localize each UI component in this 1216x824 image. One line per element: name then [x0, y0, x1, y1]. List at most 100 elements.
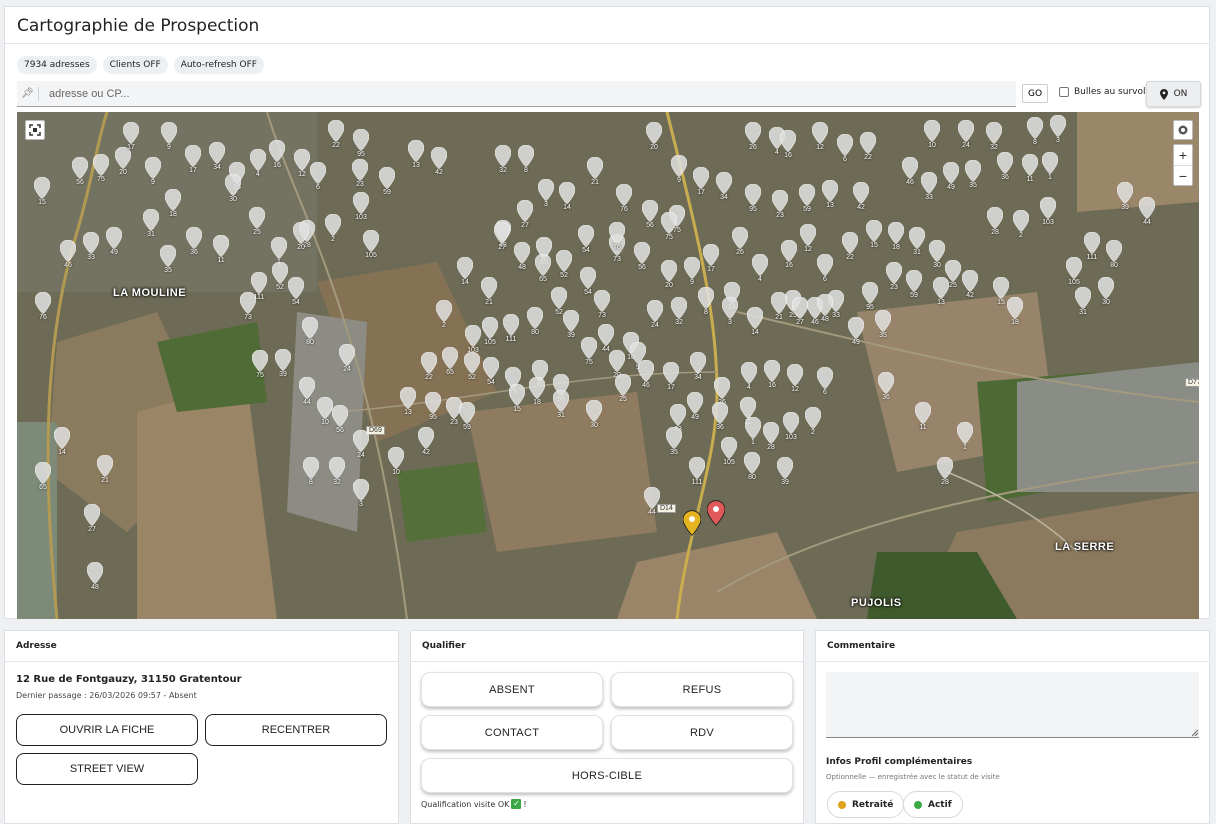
map-marker[interactable]: 26 — [713, 376, 731, 406]
map-marker[interactable]: 14 — [746, 306, 764, 336]
map-marker[interactable]: 54 — [579, 266, 597, 296]
map-marker[interactable]: 46 — [637, 359, 655, 389]
map-marker[interactable]: 14 — [456, 256, 474, 286]
chip-actif[interactable]: Actif — [903, 791, 963, 818]
map-marker[interactable]: 44 — [597, 323, 615, 353]
map-marker[interactable]: 22 — [859, 131, 877, 161]
open-record-button[interactable]: OUVRIR LA FICHE — [16, 714, 198, 746]
map-marker[interactable]: 56 — [641, 199, 659, 229]
go-button[interactable]: GO — [1022, 84, 1049, 103]
map-marker[interactable]: 10 — [316, 396, 334, 426]
clients-toggle-badge[interactable]: Clients OFF — [102, 56, 168, 74]
map-marker[interactable]: 25 — [614, 373, 632, 403]
map-marker[interactable]: 52 — [555, 249, 573, 279]
map-marker[interactable]: 21 — [586, 156, 604, 186]
map-marker[interactable]: 2 — [1012, 209, 1030, 239]
map-marker[interactable]: 14 — [53, 426, 71, 456]
map-marker[interactable]: 20 — [608, 349, 626, 379]
map-marker[interactable]: 75 — [92, 153, 110, 183]
map-marker[interactable]: 35 — [665, 426, 683, 456]
map-marker[interactable]: 11 — [212, 234, 230, 264]
map-marker[interactable]: 42 — [961, 269, 979, 299]
map-marker[interactable]: 49 — [686, 391, 704, 421]
map-marker[interactable]: 95 — [352, 128, 370, 158]
map-marker[interactable]: 31 — [552, 389, 570, 419]
map-marker[interactable]: 27 — [516, 199, 534, 229]
map-marker[interactable]: 26 — [731, 226, 749, 256]
map-marker[interactable]: 21 — [480, 276, 498, 306]
map-marker[interactable]: 22 — [841, 231, 859, 261]
map-marker[interactable]: 48 — [816, 293, 834, 323]
map-marker[interactable]: 12 — [293, 148, 311, 178]
map-marker[interactable]: 3 — [352, 478, 370, 508]
map-marker[interactable]: 27 — [493, 221, 511, 251]
map-marker[interactable]: 31 — [142, 208, 160, 238]
map-marker[interactable]: 22 — [420, 351, 438, 381]
map-marker[interactable]: 80 — [1105, 239, 1123, 269]
map-marker[interactable]: 20 — [645, 121, 663, 151]
map-marker[interactable]: 15 — [865, 219, 883, 249]
map-marker[interactable]: 28 — [936, 456, 954, 486]
map-marker[interactable]: 80 — [743, 451, 761, 481]
map-marker[interactable]: 39 — [1116, 181, 1134, 211]
map-marker[interactable]: 24 — [957, 119, 975, 149]
map-marker[interactable]: 18 — [887, 221, 905, 251]
map-marker[interactable]: 1 — [270, 236, 288, 266]
map-marker[interactable]: 3 — [721, 296, 739, 326]
map-marker[interactable]: 48 — [86, 561, 104, 591]
map-marker[interactable]: 111 — [688, 456, 706, 486]
map-marker[interactable]: 23 — [351, 158, 369, 188]
map-marker[interactable]: 21 — [96, 454, 114, 484]
map-marker[interactable]: 35 — [874, 309, 892, 339]
current-location-marker[interactable] — [682, 510, 702, 537]
map-marker[interactable]: 31 — [908, 226, 926, 256]
map-marker[interactable]: 17 — [692, 166, 710, 196]
map-marker[interactable]: 59 — [905, 269, 923, 299]
map-marker[interactable]: 42 — [852, 181, 870, 211]
hover-bubbles-toggle[interactable]: Bulles au survol — [1059, 87, 1145, 97]
map-marker[interactable]: 54 — [577, 224, 595, 254]
map-marker[interactable]: 39 — [562, 309, 580, 339]
map-marker[interactable]: 4 — [740, 361, 758, 391]
map-marker[interactable]: 73 — [593, 289, 611, 319]
map-marker[interactable]: 6 — [816, 253, 834, 283]
map-marker[interactable]: 17 — [184, 144, 202, 174]
map-marker[interactable]: 52 — [271, 261, 289, 291]
auto-refresh-badge[interactable]: Auto-refresh OFF — [173, 56, 264, 74]
absent-button[interactable]: ABSENT — [421, 672, 603, 707]
map-marker[interactable]: 32 — [670, 296, 688, 326]
map-marker[interactable]: 35 — [964, 159, 982, 189]
zoom-in-button[interactable]: + — [1174, 145, 1192, 165]
map-marker[interactable]: 34 — [208, 141, 226, 171]
map-marker[interactable]: 23 — [885, 261, 903, 291]
map-marker[interactable]: 44 — [643, 486, 661, 516]
map-marker[interactable]: 18 — [1006, 296, 1024, 326]
map-marker[interactable]: 36 — [877, 371, 895, 401]
map-marker[interactable]: 13 — [399, 386, 417, 416]
map-marker[interactable]: 65 — [34, 461, 52, 491]
map-marker[interactable]: 1 — [1041, 151, 1059, 181]
map-marker[interactable]: 16 — [779, 129, 797, 159]
zoom-out-button[interactable]: − — [1174, 165, 1192, 185]
layers-button[interactable] — [1173, 120, 1193, 140]
map-marker[interactable]: 8 — [302, 456, 320, 486]
map-marker[interactable]: 39 — [274, 348, 292, 378]
map-marker[interactable]: 11 — [739, 396, 757, 426]
map-marker[interactable]: 13 — [821, 179, 839, 209]
map-marker[interactable]: 30 — [1097, 276, 1115, 306]
map-marker[interactable]: 26 — [744, 121, 762, 151]
map-marker[interactable]: 46 — [901, 156, 919, 186]
map-marker[interactable]: 52 — [463, 351, 481, 381]
map-marker[interactable]: 22 — [327, 119, 345, 149]
map-marker[interactable]: 56 — [71, 156, 89, 186]
map-marker[interactable]: 34 — [715, 171, 733, 201]
map-marker[interactable]: 10 — [923, 119, 941, 149]
resize-handle-icon[interactable] — [1191, 729, 1199, 737]
street-view-button[interactable]: STREET VIEW — [16, 753, 198, 785]
map-marker[interactable]: 80 — [526, 306, 544, 336]
map-marker[interactable]: 25 — [248, 206, 266, 236]
map-marker[interactable]: 12 — [811, 121, 829, 151]
map-marker[interactable]: 73 — [239, 291, 257, 321]
map-marker[interactable]: 1 — [956, 421, 974, 451]
map-marker[interactable]: 111 — [502, 313, 520, 343]
